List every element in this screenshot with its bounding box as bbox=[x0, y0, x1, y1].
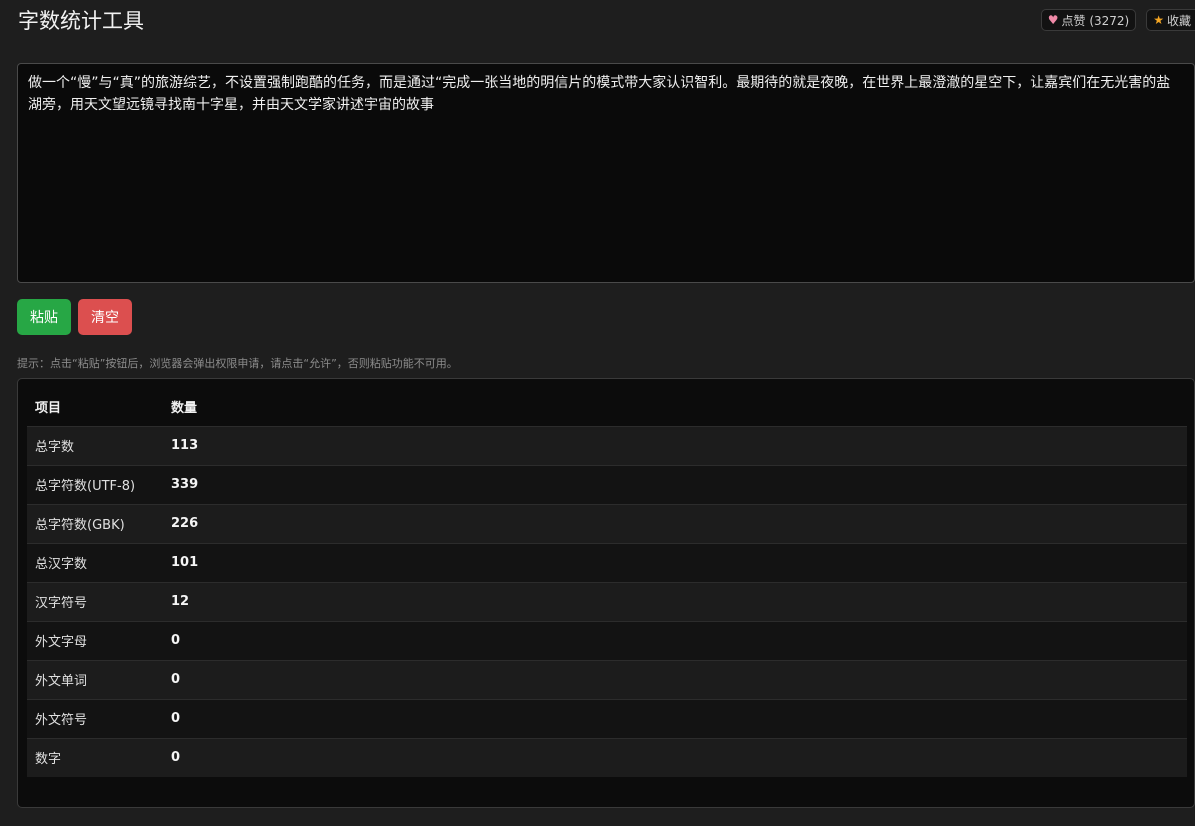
heart-icon: ♥ bbox=[1047, 13, 1059, 27]
row-value: 113 bbox=[163, 426, 1187, 466]
table-row: 外文字母 0 bbox=[27, 621, 1187, 661]
like-label: 点赞 (3272) bbox=[1061, 13, 1130, 28]
row-value: 226 bbox=[163, 504, 1187, 544]
column-header-item: 项目 bbox=[27, 387, 163, 427]
stats-table: 项目 数量 总字数 113 总字符数(UTF-8) 339 总字符数(GBK) … bbox=[27, 387, 1187, 777]
clear-button[interactable]: 清空 bbox=[78, 299, 132, 335]
table-header-row: 项目 数量 bbox=[27, 387, 1187, 427]
table-row: 汉字符号 12 bbox=[27, 582, 1187, 622]
table-row: 外文符号 0 bbox=[27, 699, 1187, 739]
page-title: 字数统计工具 bbox=[18, 9, 144, 33]
favorite-button[interactable]: ★ 收藏 bbox=[1146, 9, 1195, 31]
like-button[interactable]: ♥ 点赞 (3272) bbox=[1040, 9, 1137, 31]
row-label: 总字符数(UTF-8) bbox=[27, 465, 163, 505]
paste-hint: 提示：点击“粘贴”按钮后，浏览器会弹出权限申请，请点击“允许”，否则粘贴功能不可… bbox=[17, 357, 458, 370]
row-value: 0 bbox=[163, 660, 1187, 700]
favorite-label: 收藏 bbox=[1166, 13, 1191, 28]
table-row: 数字 0 bbox=[27, 738, 1187, 777]
row-value: 12 bbox=[163, 582, 1187, 622]
text-input[interactable]: 做一个“慢”与“真”的旅游综艺，不设置强制跑酷的任务，而是通过“完成一张当地的明… bbox=[17, 63, 1195, 283]
row-value: 101 bbox=[163, 543, 1187, 583]
star-icon: ★ bbox=[1153, 13, 1164, 27]
row-label: 数字 bbox=[27, 738, 163, 777]
row-label: 外文字母 bbox=[27, 621, 163, 661]
row-value: 0 bbox=[163, 699, 1187, 739]
result-panel: 项目 数量 总字数 113 总字符数(UTF-8) 339 总字符数(GBK) … bbox=[17, 378, 1195, 808]
row-value: 0 bbox=[163, 738, 1187, 777]
row-label: 总字数 bbox=[27, 426, 163, 466]
row-label: 总字符数(GBK) bbox=[27, 504, 163, 544]
table-row: 外文单词 0 bbox=[27, 660, 1187, 700]
top-actions: ♥ 点赞 (3272) ★ 收藏 bbox=[1040, 9, 1195, 31]
column-header-count: 数量 bbox=[163, 387, 1187, 427]
table-row: 总字符数(UTF-8) 339 bbox=[27, 465, 1187, 505]
paste-button[interactable]: 粘贴 bbox=[17, 299, 71, 335]
row-label: 总汉字数 bbox=[27, 543, 163, 583]
row-value: 0 bbox=[163, 621, 1187, 661]
table-row: 总字数 113 bbox=[27, 426, 1187, 466]
row-label: 汉字符号 bbox=[27, 582, 163, 622]
row-value: 339 bbox=[163, 465, 1187, 505]
row-label: 外文单词 bbox=[27, 660, 163, 700]
page: 字数统计工具 ♥ 点赞 (3272) ★ 收藏 做一个“慢”与“真”的旅游综艺，… bbox=[0, 0, 1195, 826]
row-label: 外文符号 bbox=[27, 699, 163, 739]
table-row: 总汉字数 101 bbox=[27, 543, 1187, 583]
table-row: 总字符数(GBK) 226 bbox=[27, 504, 1187, 544]
